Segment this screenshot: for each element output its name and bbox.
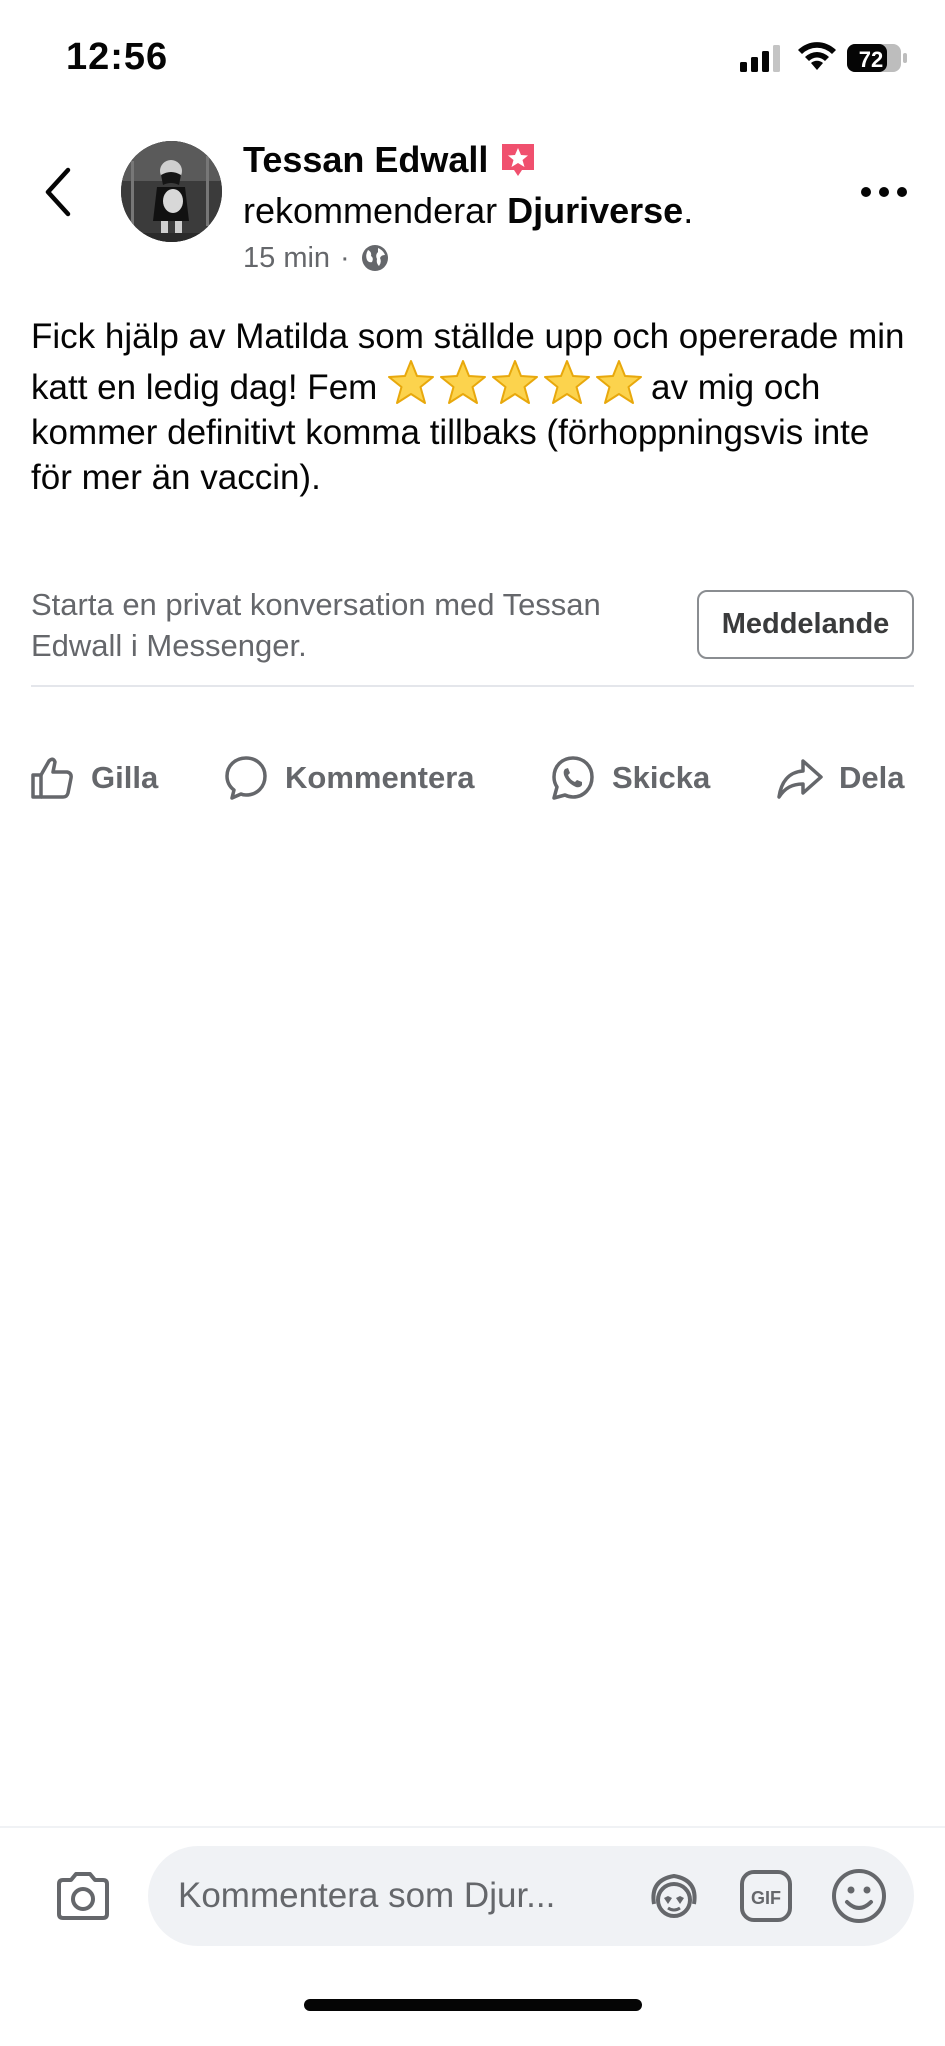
svg-text:GIF: GIF [751,1888,781,1908]
comment-composer: Kommentera som Djur... GIF [0,1826,945,2046]
recommendation-star-badge-icon [502,144,535,176]
wifi-icon [798,42,836,70]
like-label: Gilla [91,760,159,795]
comment-input[interactable]: Kommentera som Djur... GIF [148,1846,914,1946]
whatsapp-icon [552,756,594,800]
divider [31,685,914,687]
status-time: 12:56 [66,36,169,78]
star-icon [388,360,435,404]
comment-bubble-icon [225,756,267,800]
recommends-suffix: . [683,190,694,231]
status-bar: 12:56 72 [0,0,945,110]
send-button[interactable]: Skicka [548,748,710,808]
share-label: Dela [839,760,905,795]
home-indicator[interactable] [304,1999,642,2011]
battery-icon: 72 [847,44,907,72]
globe-public-icon [361,245,388,271]
author-name[interactable]: Tessan Edwall [243,139,488,181]
recommendation-line: rekommenderar Djuriverse. [243,190,693,232]
star-icon [596,360,643,404]
author-line: Tessan Edwall [243,138,538,182]
gif-icon[interactable]: GIF [738,1868,794,1924]
meta-separator: · [340,241,350,274]
thumbs-up-icon [31,757,73,799]
post-timestamp[interactable]: 15 min [243,242,330,275]
messenger-prompt: Starta en privat konversation med Tessan… [31,587,601,663]
star-icon [544,360,591,404]
back-arrow-icon[interactable] [40,166,76,218]
action-bar: Gilla Kommentera Skicka Dela [0,748,945,808]
recommends-label: rekommenderar [243,190,498,231]
avatar-sticker-icon[interactable] [644,1866,704,1926]
share-button[interactable]: Dela [775,748,904,808]
comment-label: Kommentera [285,760,475,795]
star-rating [387,359,643,405]
avatar-photo [121,141,222,242]
post-meta: 15 min · [243,240,390,276]
star-icon [492,360,539,404]
share-arrow-icon [777,759,823,799]
star-icon [440,360,487,404]
comment-placeholder: Kommentera som Djur... [178,1876,556,1915]
author-avatar[interactable] [121,141,222,242]
send-label: Skicka [612,760,711,795]
camera-icon[interactable] [53,1868,113,1924]
emoji-icon[interactable] [829,1866,889,1926]
cellular-signal-icon [740,45,780,72]
battery-level-text: 72 [859,47,883,72]
message-button[interactable]: Meddelande [697,590,914,659]
comment-button[interactable]: Kommentera [221,748,475,808]
page-name-link[interactable]: Djuriverse [507,190,683,231]
more-options-icon[interactable] [858,176,910,208]
post-text: Fick hjälp av Matilda som ställde upp oc… [31,314,911,500]
like-button[interactable]: Gilla [27,748,158,808]
